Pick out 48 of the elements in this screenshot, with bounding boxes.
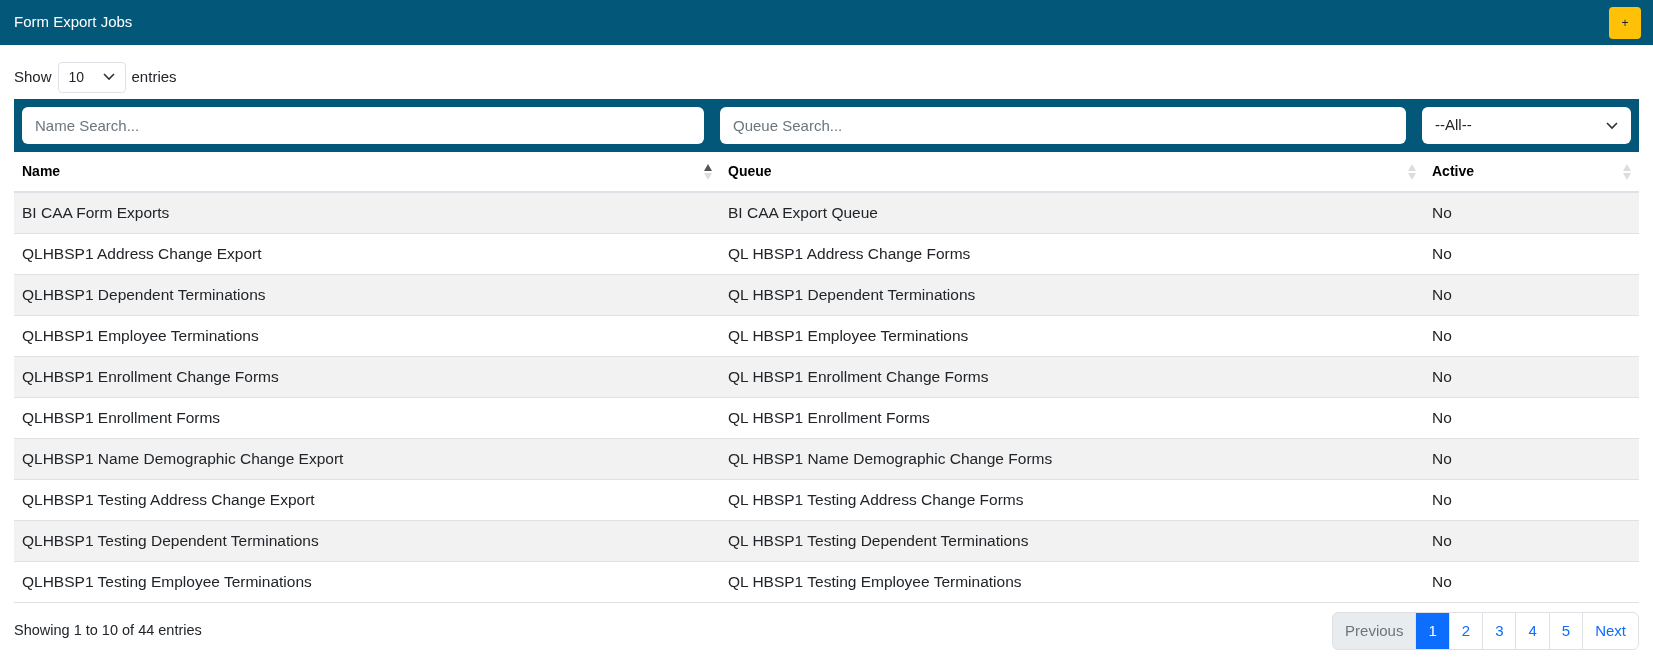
table-cell-text: No <box>1432 203 1452 224</box>
table-cell-text: No <box>1432 531 1452 552</box>
table-cell-text: QL HBSP1 Employee Terminations <box>728 326 969 347</box>
add-button[interactable]: + <box>1609 6 1641 39</box>
table-cell-text: QL HBSP1 Address Change Forms <box>728 244 971 265</box>
table-cell-text: No <box>1432 490 1452 511</box>
table-cell-text: QLHBSP1 Enrollment Change Forms <box>22 367 279 388</box>
table-cell-text: QLHBSP1 Dependent Terminations <box>22 285 266 306</box>
pagination-link[interactable]: 1 <box>1415 612 1450 650</box>
table-cell-text: QLHBSP1 Testing Dependent Terminations <box>22 531 319 552</box>
pagination-link[interactable]: 4 <box>1515 612 1550 650</box>
table-cell-text: QL HBSP1 Testing Dependent Terminations <box>728 531 1029 552</box>
pagination-link[interactable]: Next <box>1582 612 1639 650</box>
chevron-down-icon <box>1606 121 1618 130</box>
pagination-link[interactable]: 3 <box>1482 612 1517 650</box>
queue-search-field[interactable]: Queue Search... <box>720 107 1406 144</box>
column-header[interactable]: Active <box>1424 152 1639 191</box>
table-cell-text: No <box>1432 408 1452 429</box>
show-label: Show <box>14 66 52 87</box>
name-search-field[interactable]: Name Search... <box>22 107 704 144</box>
table-cell-text: BI CAA Form Exports <box>22 203 170 224</box>
table-cell-text: No <box>1432 244 1452 265</box>
entries-label: entries <box>131 66 177 87</box>
table-cell-text: BI CAA Export Queue <box>728 203 878 224</box>
column-header[interactable]: Queue <box>720 152 1424 191</box>
table-cell-text: QL HBSP1 Name Demographic Change Forms <box>728 449 1053 470</box>
table-cell-text: QLHBSP1 Address Change Export <box>22 244 262 265</box>
table-cell-text: QLHBSP1 Name Demographic Change Export <box>22 449 344 470</box>
table-cell-text: No <box>1432 367 1452 388</box>
table-cell-text: QL HBSP1 Enrollment Change Forms <box>728 367 989 388</box>
table-cell-text: QLHBSP1 Testing Address Change Export <box>22 490 315 511</box>
table-cell-text: QL HBSP1 Enrollment Forms <box>728 408 930 429</box>
table-cell-text: QLHBSP1 Employee Terminations <box>22 326 259 347</box>
table-cell-text: QL HBSP1 Dependent Terminations <box>728 285 976 306</box>
table-cell-text: QLHBSP1 Enrollment Forms <box>22 408 221 429</box>
table-cell-text: QLHBSP1 Testing Employee Terminations <box>22 572 312 593</box>
table-cell-text: No <box>1432 572 1452 593</box>
table-cell-text: No <box>1432 326 1452 347</box>
table-cell-text: QL HBSP1 Testing Employee Terminations <box>728 572 1022 593</box>
column-header[interactable]: Name <box>14 152 720 191</box>
table-cell-text: QL HBSP1 Testing Address Change Forms <box>728 490 1024 511</box>
entries-dropdown[interactable]: 10 <box>57 61 126 93</box>
page-title: Form Export Jobs <box>14 12 133 33</box>
entries-info: Showing 1 to 10 of 44 entries <box>14 621 202 641</box>
table-cell-text: No <box>1432 449 1452 470</box>
active-filter-dropdown[interactable]: --All-- <box>1422 107 1631 144</box>
chevron-down-icon <box>102 73 115 81</box>
table-cell-text: No <box>1432 285 1452 306</box>
